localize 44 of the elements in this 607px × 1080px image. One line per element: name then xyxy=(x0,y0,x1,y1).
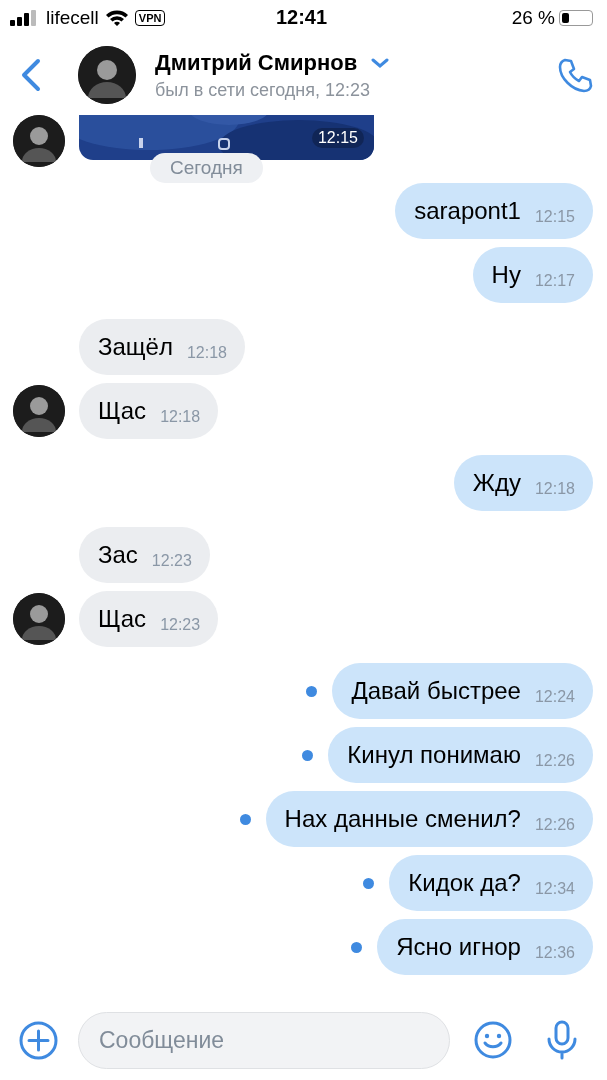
message-time: 12:23 xyxy=(160,616,201,634)
microphone-icon[interactable] xyxy=(545,1020,579,1060)
message-time: 12:34 xyxy=(534,880,575,898)
message-text: Жду xyxy=(472,469,521,497)
avatar[interactable] xyxy=(13,593,65,645)
battery-icon xyxy=(559,9,593,26)
message-time: 12:18 xyxy=(534,480,575,498)
message-time: 12:15 xyxy=(534,208,575,226)
emoji-icon[interactable] xyxy=(474,1021,512,1059)
message-text: sarapont1 xyxy=(414,197,521,225)
message-text: Давай быстрее xyxy=(351,677,521,705)
carrier-name: lifecell xyxy=(46,6,99,29)
phone-icon[interactable] xyxy=(557,57,593,93)
message-time: 12:17 xyxy=(534,272,575,290)
message-time: 12:18 xyxy=(186,344,227,362)
message-time: 12:23 xyxy=(151,552,192,570)
contact-name[interactable]: Дмитрий Смирнов xyxy=(155,49,358,76)
avatar[interactable] xyxy=(13,385,65,437)
avatar[interactable] xyxy=(78,46,136,104)
message-time: 12:24 xyxy=(534,688,575,706)
message-text: Щас xyxy=(98,397,147,425)
message-text: Зас xyxy=(98,541,138,569)
last-seen-status: был в сети сегодня, 12:23 xyxy=(155,79,372,101)
message-time: 12:36 xyxy=(534,944,575,962)
message-text: Нах данные сменил? xyxy=(284,805,521,833)
avatar[interactable] xyxy=(13,115,65,167)
message-input[interactable]: Сообщение xyxy=(78,1011,450,1069)
message-text: Кинул понимаю xyxy=(347,741,521,769)
message-text: Защёл xyxy=(98,333,173,361)
battery-percentage: 26 % xyxy=(511,6,555,29)
message-text: Щас xyxy=(98,605,147,633)
date-pill: Сегодня xyxy=(150,153,263,183)
clock-time: 12:41 xyxy=(275,6,328,29)
message-time: 12:15 xyxy=(311,127,364,148)
message-time: 12:18 xyxy=(160,408,201,426)
message-text: Ясно игнор xyxy=(396,933,521,961)
message-time: 12:26 xyxy=(534,816,575,834)
add-icon[interactable] xyxy=(19,1020,58,1060)
wifi-icon xyxy=(104,8,129,27)
message-text: Кидок да? xyxy=(408,869,521,897)
vpn-badge: VPN xyxy=(134,9,166,26)
chevron-down-icon[interactable] xyxy=(371,57,390,68)
message-text: Ну xyxy=(491,261,521,289)
message-time: 12:26 xyxy=(534,752,575,770)
